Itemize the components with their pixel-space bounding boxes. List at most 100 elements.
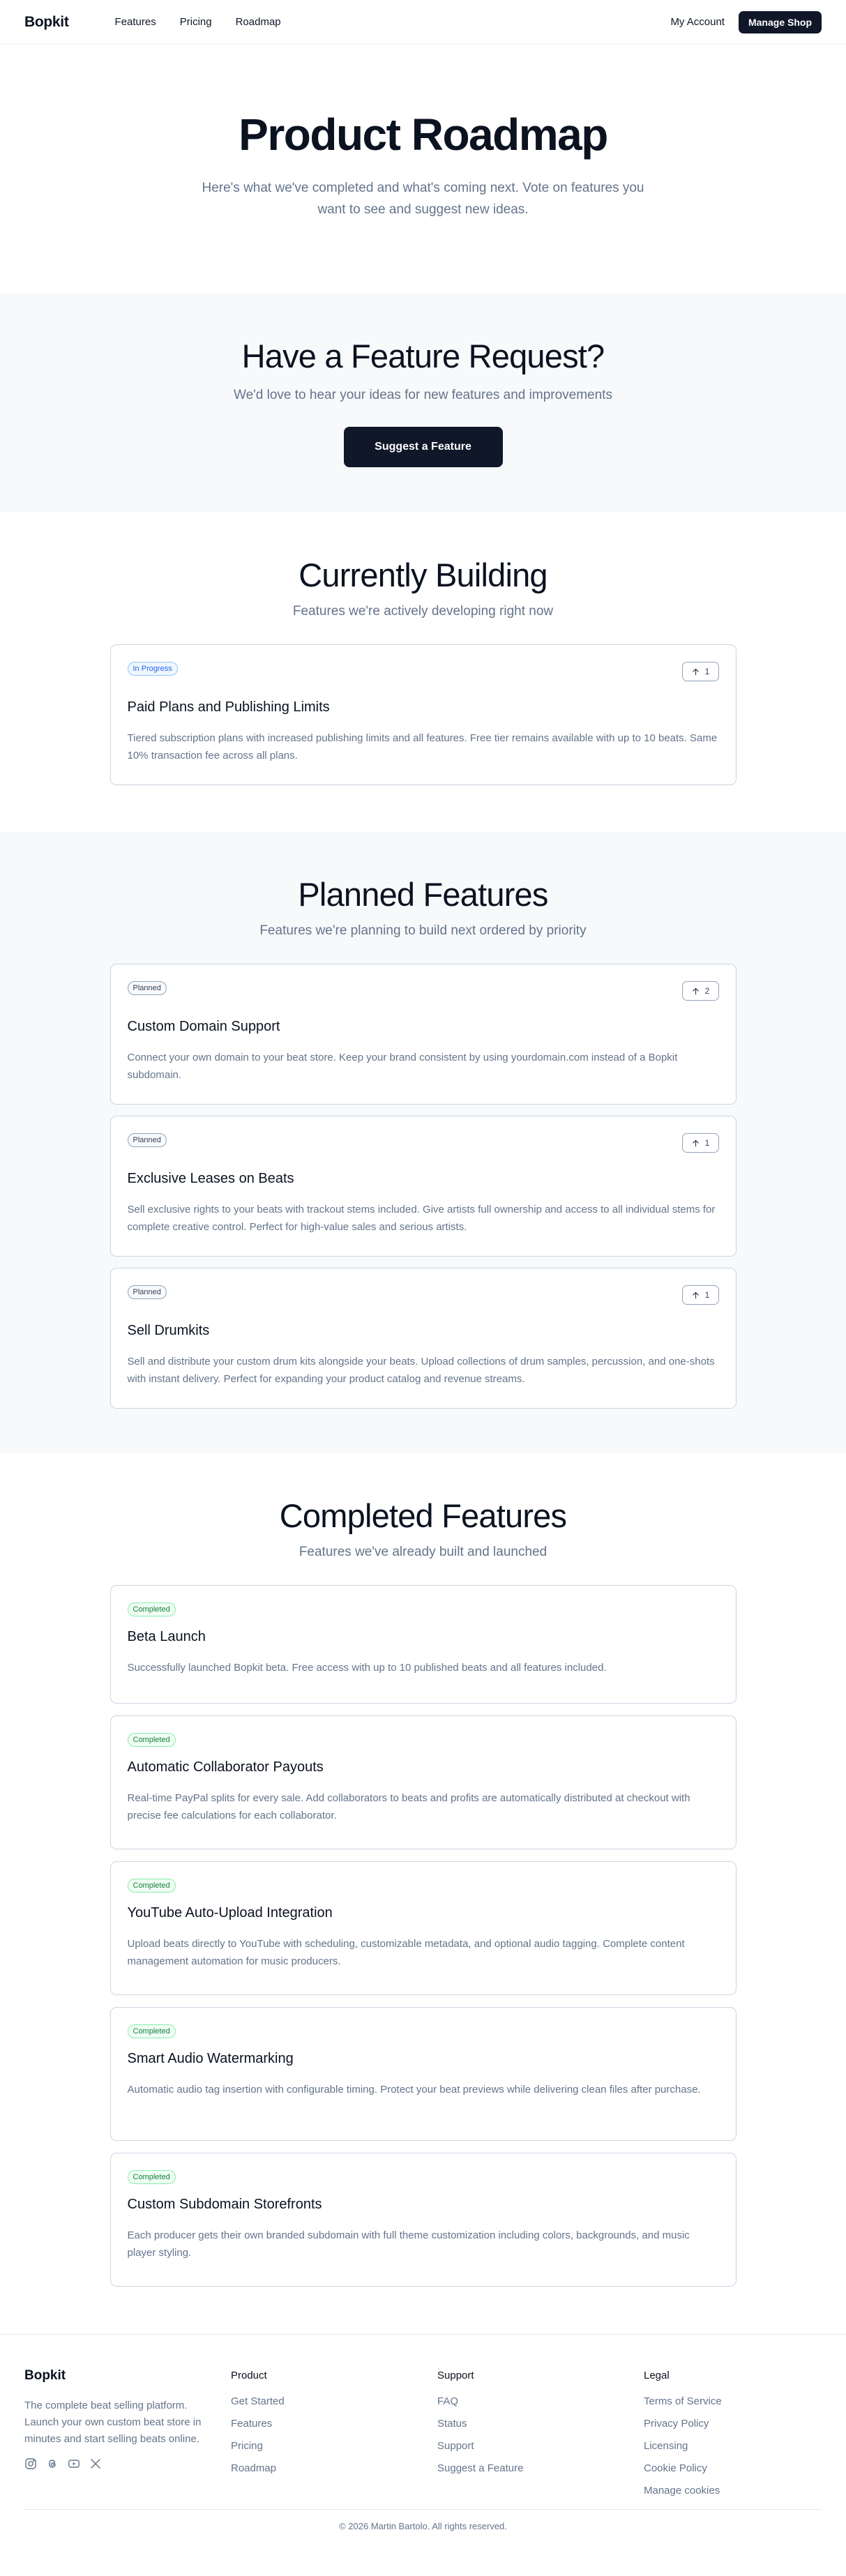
feature-title: Smart Audio Watermarking xyxy=(127,2051,294,2066)
footer-support-column: Support FAQ Status Support Suggest a Fea… xyxy=(437,2368,644,2507)
vote-count: 2 xyxy=(704,986,710,996)
x-icon[interactable] xyxy=(89,2457,102,2470)
status-badge: Completed xyxy=(127,1733,176,1747)
footer-link-pricing[interactable]: Pricing xyxy=(231,2440,437,2453)
footer-legal-column: Legal Terms of Service Privacy Policy Li… xyxy=(644,2368,722,2507)
arrow-up-icon xyxy=(692,1291,699,1298)
footer-logo[interactable]: Bopkit xyxy=(24,2368,231,2384)
footer-product-column: Product Get Started Features Pricing Roa… xyxy=(231,2368,437,2507)
upvote-button[interactable]: 1 xyxy=(681,1133,719,1153)
arrow-up-icon xyxy=(692,987,699,994)
footer-brand: Bopkit The complete beat selling platfor… xyxy=(24,2368,231,2507)
footer-columns: Bopkit The complete beat selling platfor… xyxy=(24,2368,822,2507)
status-badge: Completed xyxy=(127,1603,176,1616)
youtube-icon[interactable] xyxy=(68,2457,80,2470)
footer-link-manage-cookies[interactable]: Manage cookies xyxy=(644,2485,722,2497)
status-badge: In Progress xyxy=(127,662,178,676)
footer-column-title: Legal xyxy=(644,2370,670,2381)
feature-card: In Progress 1 Paid Plans and Publishing … xyxy=(109,644,737,785)
feature-request-title: Have a Feature Request? xyxy=(241,338,605,374)
feature-description: Real-time PayPal splits for every sale. … xyxy=(127,1792,690,1821)
feature-title: Custom Domain Support xyxy=(127,1019,280,1034)
footer-link-support[interactable]: Support xyxy=(437,2440,644,2453)
feature-title: Automatic Collaborator Payouts xyxy=(127,1759,324,1775)
section-title: Currently Building xyxy=(299,556,547,593)
feature-card: Completed YouTube Auto-Upload Integratio… xyxy=(109,1861,737,1995)
footer-link-roadmap[interactable]: Roadmap xyxy=(231,2462,437,2475)
vote-count: 1 xyxy=(704,1290,710,1300)
site-header: Bopkit Features Pricing Roadmap My Accou… xyxy=(0,0,846,45)
currently-building-section: Currently Building Features we're active… xyxy=(0,513,846,832)
main-nav: Features Pricing Roadmap xyxy=(115,16,281,28)
feature-title: Paid Plans and Publishing Limits xyxy=(127,699,330,715)
vote-count: 1 xyxy=(704,1138,710,1148)
feature-card: Planned 1 Sell Drumkits Sell and distrib… xyxy=(109,1268,737,1409)
section-subtitle: Features we're planning to build next or… xyxy=(259,923,587,938)
feature-request-subtitle: We'd love to hear your ideas for new fea… xyxy=(234,388,612,402)
footer-link-features[interactable]: Features xyxy=(231,2418,437,2430)
logo[interactable]: Bopkit xyxy=(24,14,69,31)
section-title: Planned Features xyxy=(298,876,548,913)
footer-link-faq[interactable]: FAQ xyxy=(437,2395,644,2408)
copyright: © 2026 Martin Bartolo. All rights reserv… xyxy=(24,2509,822,2531)
feature-title: Exclusive Leases on Beats xyxy=(127,1171,294,1186)
my-account-link[interactable]: My Account xyxy=(670,16,725,28)
footer-link-get-started[interactable]: Get Started xyxy=(231,2395,437,2408)
upvote-button[interactable]: 1 xyxy=(681,662,719,681)
feature-description: Upload beats directly to YouTube with sc… xyxy=(127,1938,685,1967)
manage-shop-button[interactable]: Manage Shop xyxy=(738,10,822,33)
arrow-up-icon xyxy=(692,1139,699,1146)
feature-card: Completed Smart Audio Watermarking Autom… xyxy=(109,2007,737,2141)
social-links xyxy=(24,2457,231,2470)
feature-card: Completed Beta Launch Successfully launc… xyxy=(109,1585,737,1704)
threads-icon[interactable] xyxy=(46,2457,59,2470)
page-title: Product Roadmap xyxy=(239,109,608,160)
feature-description: Tiered subscription plans with increased… xyxy=(127,732,718,762)
upvote-button[interactable]: 1 xyxy=(681,1285,719,1305)
feature-description: Successfully launched Bopkit beta. Free … xyxy=(127,1662,607,1674)
header-actions: My Account Manage Shop xyxy=(670,10,822,33)
footer-link-licensing[interactable]: Licensing xyxy=(644,2440,722,2453)
nav-link-pricing[interactable]: Pricing xyxy=(180,16,212,28)
status-badge: Planned xyxy=(127,1285,167,1299)
footer-links: Terms of Service Privacy Policy Licensin… xyxy=(644,2395,722,2497)
feature-title: Sell Drumkits xyxy=(127,1323,210,1338)
footer-link-privacy[interactable]: Privacy Policy xyxy=(644,2418,722,2430)
status-badge: Completed xyxy=(127,2170,176,2184)
status-badge: Planned xyxy=(127,1133,167,1147)
feature-list: Completed Beta Launch Successfully launc… xyxy=(109,1585,737,2287)
site-footer: Bopkit The complete beat selling platfor… xyxy=(0,2334,846,2576)
upvote-button[interactable]: 2 xyxy=(681,981,719,1001)
footer-link-cookie-policy[interactable]: Cookie Policy xyxy=(644,2462,722,2475)
feature-description: Each producer gets their own branded sub… xyxy=(127,2229,690,2259)
feature-title: YouTube Auto-Upload Integration xyxy=(127,1905,333,1920)
status-badge: Completed xyxy=(127,1879,176,1893)
completed-features-section: Completed Features Features we've alread… xyxy=(0,1453,846,2334)
footer-link-terms[interactable]: Terms of Service xyxy=(644,2395,722,2408)
feature-card: Planned 1 Exclusive Leases on Beats Sell… xyxy=(109,1116,737,1257)
section-subtitle: Features we've already built and launche… xyxy=(299,1545,547,1559)
feature-request-section: Have a Feature Request? We'd love to hea… xyxy=(0,294,846,513)
feature-description: Connect your own domain to your beat sto… xyxy=(127,1052,678,1081)
suggest-feature-button[interactable]: Suggest a Feature xyxy=(343,427,503,467)
footer-links: Get Started Features Pricing Roadmap xyxy=(231,2395,437,2475)
instagram-icon[interactable] xyxy=(24,2457,37,2470)
footer-link-suggest-feature[interactable]: Suggest a Feature xyxy=(437,2462,644,2475)
nav-link-roadmap[interactable]: Roadmap xyxy=(236,16,281,28)
nav-link-features[interactable]: Features xyxy=(115,16,156,28)
footer-link-status[interactable]: Status xyxy=(437,2418,644,2430)
status-badge: Planned xyxy=(127,981,167,995)
feature-list: In Progress 1 Paid Plans and Publishing … xyxy=(109,644,737,785)
feature-description: Automatic audio tag insertion with confi… xyxy=(127,2084,701,2096)
feature-list: Planned 2 Custom Domain Support Connect … xyxy=(109,964,737,1409)
page-subtitle: Here's what we've completed and what's c… xyxy=(202,181,644,217)
feature-description: Sell exclusive rights to your beats with… xyxy=(127,1204,716,1233)
feature-card: Planned 2 Custom Domain Support Connect … xyxy=(109,964,737,1105)
section-subtitle: Features we're actively developing right… xyxy=(292,604,554,619)
footer-column-title: Support xyxy=(437,2370,474,2381)
feature-title: Custom Subdomain Storefronts xyxy=(127,2197,322,2212)
footer-links: FAQ Status Support Suggest a Feature xyxy=(437,2395,644,2475)
feature-card: Completed Custom Subdomain Storefronts E… xyxy=(109,2153,737,2287)
footer-description: The complete beat selling platform. Laun… xyxy=(24,2400,202,2445)
feature-card: Completed Automatic Collaborator Payouts… xyxy=(109,1715,737,1849)
